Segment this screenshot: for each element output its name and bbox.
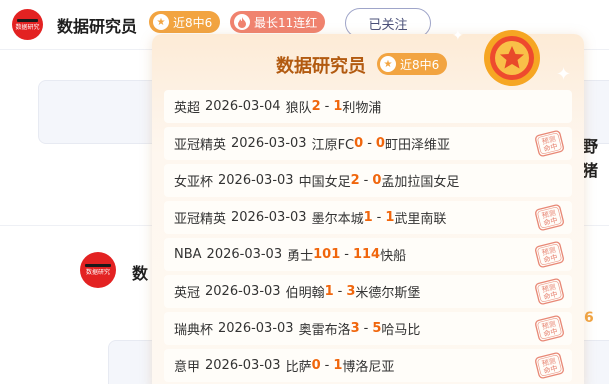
expert-record-popup: ✦ ✦ 数据研究员 ★ 近8中6 英超 2026-03-04 狼队 2 - 1 … [152, 28, 584, 384]
avatar-label: 数据研究 [85, 269, 110, 276]
match-row[interactable]: 亚冠精英 2026-03-03 江原FC 0 - 0 町田泽维亚 预测 命中 [164, 127, 572, 160]
hit-stamp-icon: 预测命中 [535, 278, 564, 305]
match-date: 2026-03-03 [218, 173, 294, 188]
hit-stamp-icon: 预测命中 [535, 352, 564, 379]
away-team: 哈马比 [381, 323, 421, 338]
streak-badge[interactable]: ★ 近8中6 [149, 11, 221, 33]
home-score: 1 [324, 284, 334, 299]
match-date: 2026-03-03 [205, 284, 281, 299]
home-score: 101 [313, 247, 341, 262]
away-score: 1 [333, 99, 343, 114]
away-score: 0 [372, 173, 382, 188]
match-league: NBA [174, 247, 202, 262]
medal-icon [484, 30, 540, 86]
away-team: 利物浦 [342, 101, 382, 116]
hit-stamp-icon: 预测命中 [535, 241, 564, 268]
match-row[interactable]: 英冠 2026-03-03 伯明翰 1 - 3 米德尔斯堡 预测 命中 [164, 275, 572, 308]
away-team: 武里南联 [394, 212, 447, 227]
home-score: 0 [354, 136, 364, 151]
background-badge-number: 6 [584, 310, 594, 326]
match-league: 英超 [174, 101, 201, 116]
away-score: 1 [333, 358, 343, 373]
avatar[interactable]: 数据研究 [80, 252, 116, 288]
home-team: 狼队 [285, 101, 312, 116]
hit-stamp-icon: 预测命中 [535, 204, 564, 231]
away-score: 3 [346, 284, 356, 299]
match-league: 亚冠精英 [174, 212, 227, 227]
match-date: 2026-03-03 [231, 136, 307, 151]
home-team: 比萨 [285, 360, 312, 375]
home-team: 中国女足 [298, 175, 351, 190]
match-row[interactable]: 女亚杯 2026-03-03 中国女足 2 - 0 孟加拉国女足 [164, 164, 572, 197]
popup-streak-badge: ★ 近8中6 [377, 53, 448, 75]
match-row[interactable]: 亚冠精英 2026-03-03 墨尔本城 1 - 1 武里南联 预测 命中 [164, 201, 572, 234]
sparkle-icon: ✦ [556, 64, 572, 85]
match-date: 2026-03-03 [231, 210, 307, 225]
background-team-text: 野猪 [582, 137, 599, 180]
away-score: 1 [385, 210, 395, 225]
user-name-partial[interactable]: 数 [132, 260, 148, 284]
user-name[interactable]: 数据研究员 [57, 13, 137, 37]
hit-stamp-icon: 预测命中 [535, 130, 564, 157]
match-league: 亚冠精英 [174, 138, 227, 153]
match-row[interactable]: NBA 2026-03-03 勇士 101 - 114 快船 预测 命中 [164, 238, 572, 271]
home-score: 3 [350, 321, 360, 336]
home-team: 江原FC [311, 138, 355, 153]
popup-title: 数据研究员 [276, 56, 366, 77]
match-league: 女亚杯 [174, 175, 214, 190]
match-league: 英冠 [174, 286, 201, 301]
match-row[interactable]: 瑞典杯 2026-03-03 奥雷布洛 3 - 5 哈马比 预测 命中 [164, 312, 572, 345]
match-row[interactable]: 英超 2026-03-04 狼队 2 - 1 利物浦 [164, 90, 572, 123]
home-score: 1 [363, 210, 373, 225]
match-date: 2026-03-03 [205, 358, 281, 373]
away-score: 0 [375, 136, 385, 151]
away-team: 米德尔斯堡 [355, 286, 421, 301]
home-score: 2 [311, 99, 321, 114]
popup-streak-badge-label: 近8中6 [400, 57, 440, 72]
match-league: 瑞典杯 [174, 323, 214, 338]
away-score: 114 [352, 247, 381, 262]
match-list: 英超 2026-03-04 狼队 2 - 1 利物浦 亚冠精英 2026-03-… [164, 90, 572, 384]
home-score: 2 [350, 173, 360, 188]
streak-badge-label: 近8中6 [173, 15, 213, 30]
away-team: 博洛尼亚 [342, 360, 395, 375]
away-score: 5 [372, 321, 382, 336]
match-date: 2026-03-03 [218, 321, 294, 336]
match-row[interactable]: 意甲 2026-03-03 比萨 0 - 1 博洛尼亚 预测 命中 [164, 349, 572, 382]
match-date: 2026-03-04 [205, 99, 281, 114]
away-team: 快船 [380, 249, 407, 264]
max-streak-badge[interactable]: 最长11连红 [230, 11, 326, 33]
home-team: 墨尔本城 [311, 212, 364, 227]
home-team: 勇士 [287, 249, 314, 264]
home-score: 0 [311, 358, 321, 373]
hit-stamp-icon: 预测命中 [535, 315, 564, 342]
away-team: 町田泽维亚 [384, 138, 450, 153]
star-icon: ★ [380, 56, 396, 72]
home-team: 奥雷布洛 [298, 323, 351, 338]
away-team: 孟加拉国女足 [381, 175, 460, 190]
match-date: 2026-03-03 [206, 247, 283, 262]
avatar[interactable]: 数据研究 [12, 9, 43, 40]
home-team: 伯明翰 [285, 286, 325, 301]
star-icon: ★ [153, 14, 169, 30]
match-league: 意甲 [174, 360, 201, 375]
sparkle-icon: ✦ [452, 28, 464, 44]
flame-icon [234, 14, 250, 30]
max-streak-badge-label: 最长11连红 [254, 15, 318, 30]
avatar-label: 数据研究 [15, 23, 40, 31]
